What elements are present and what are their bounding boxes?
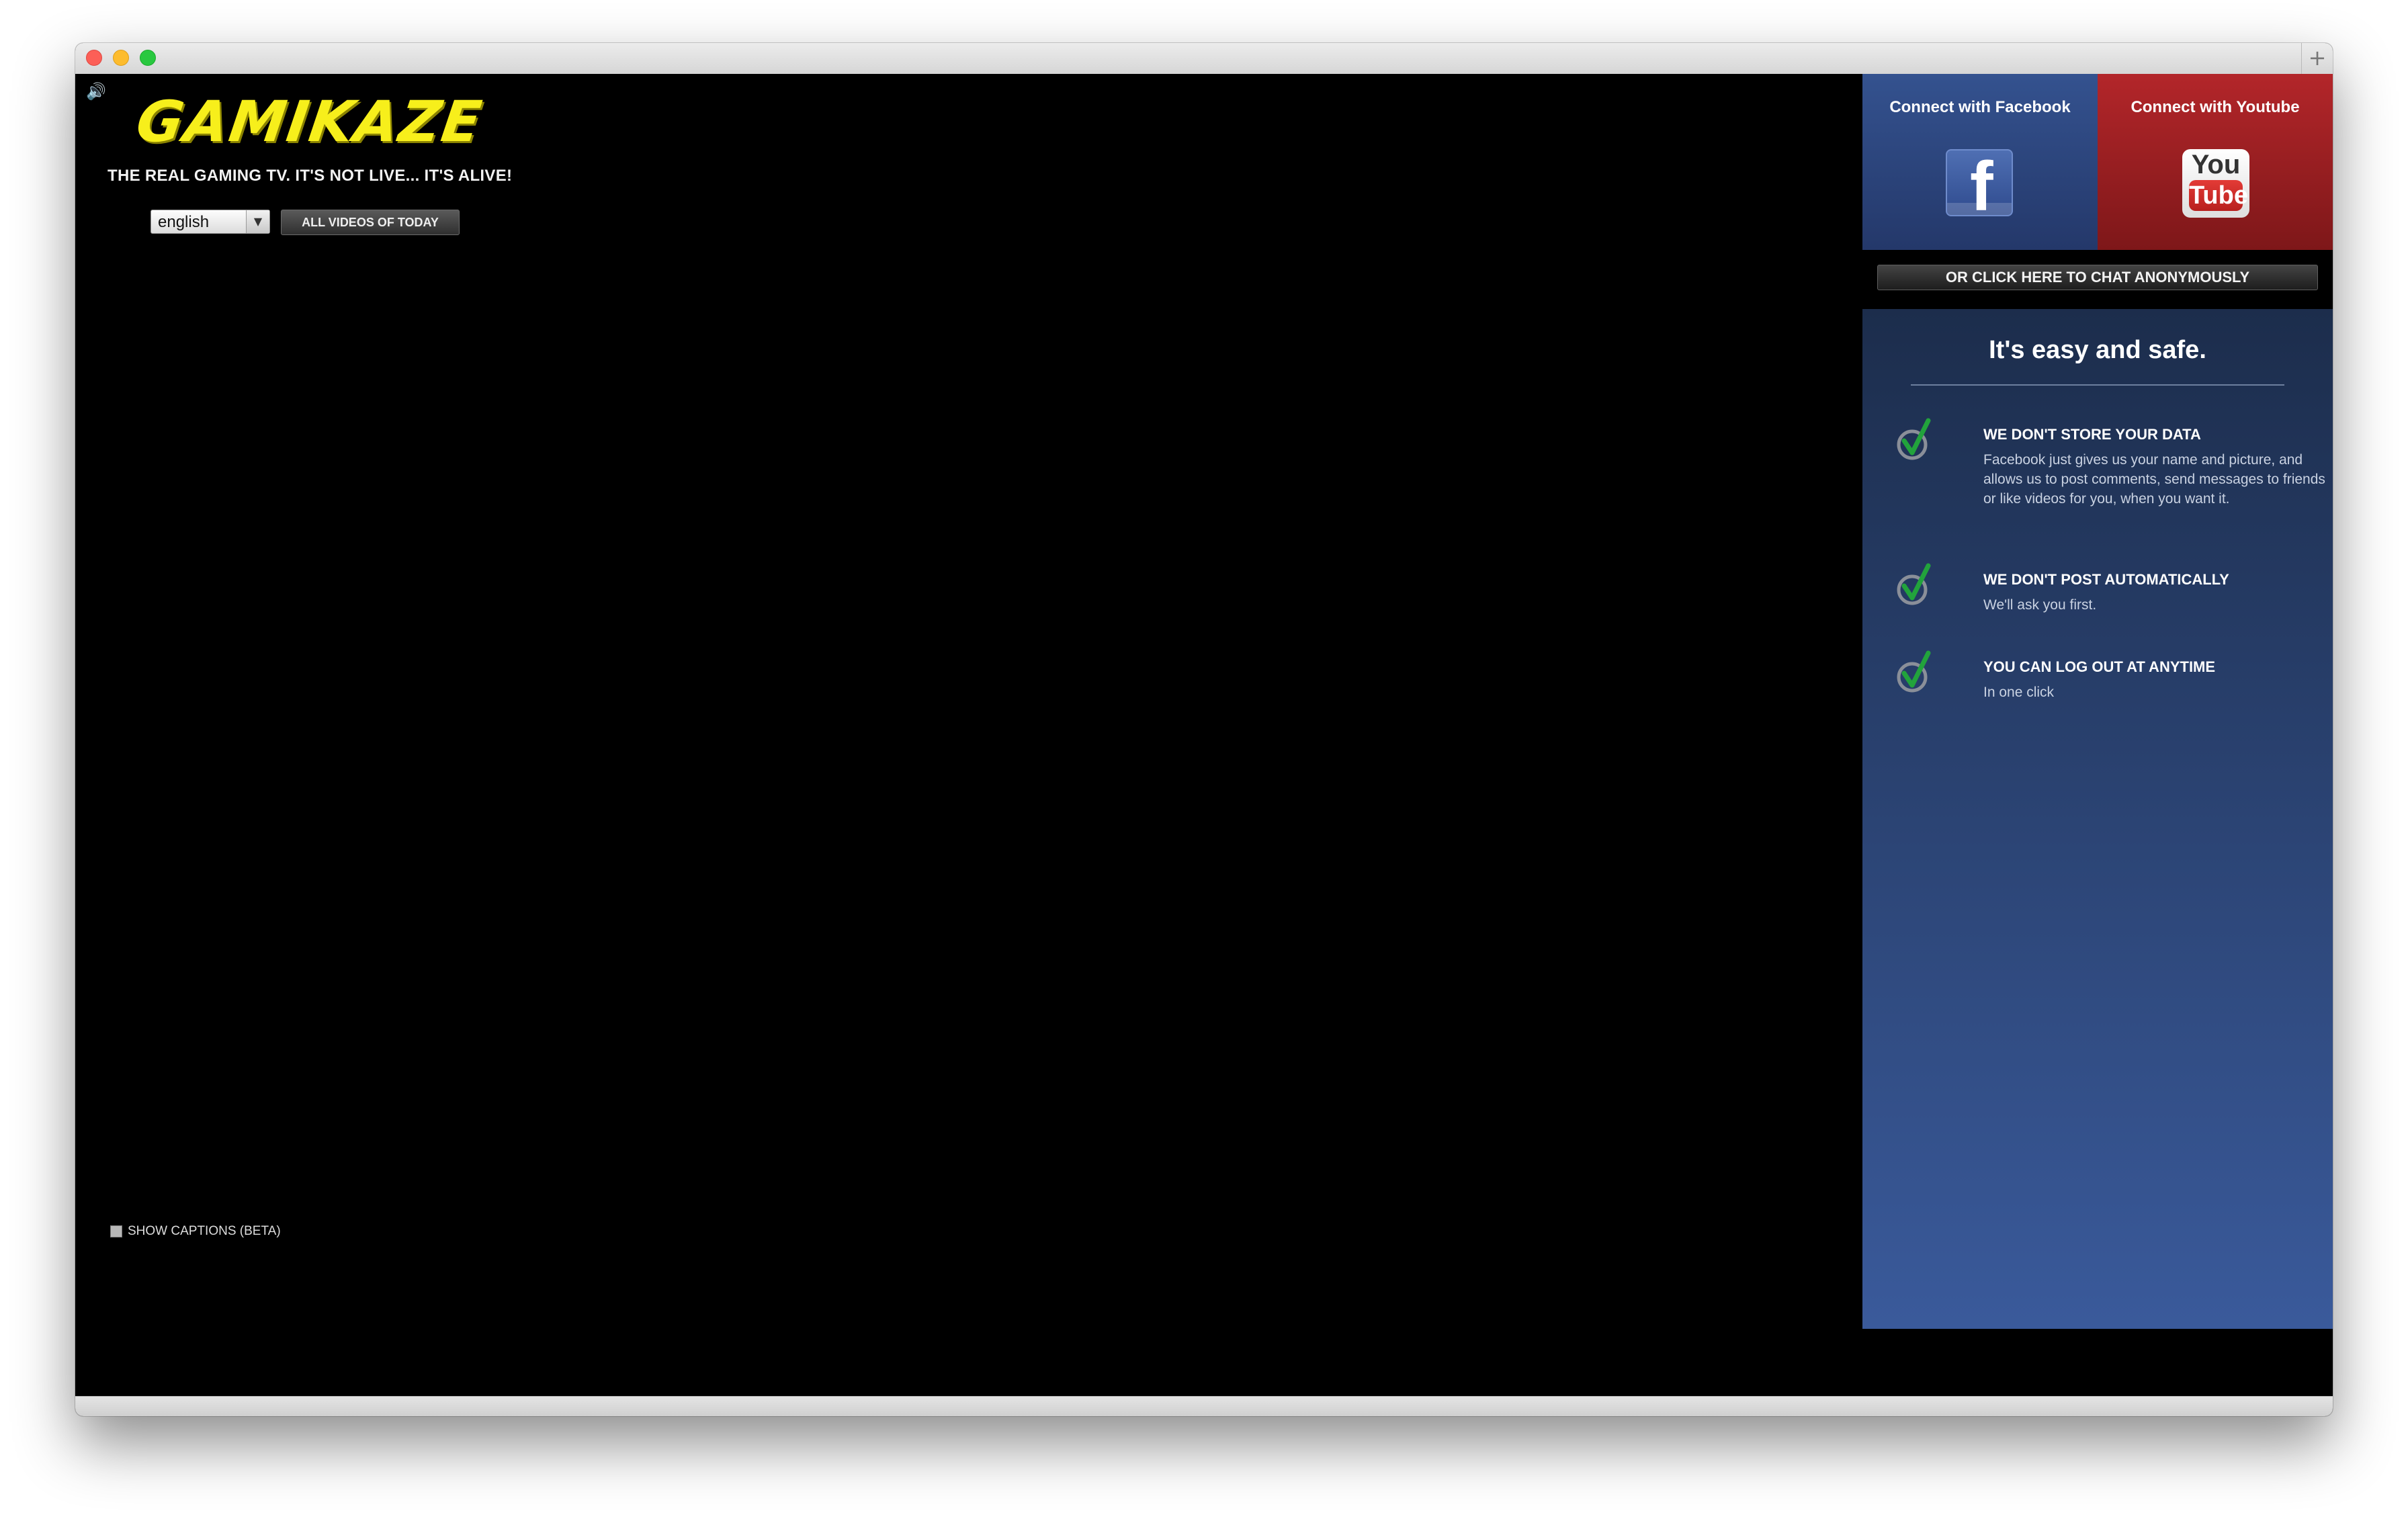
check-icon [1897,418,1931,460]
divider [1911,384,2284,386]
language-select-value: english [158,213,210,231]
status-bar [75,1396,2333,1416]
title-bar: + [75,43,2333,75]
show-captions-toggle[interactable]: SHOW CAPTIONS (BETA) [110,1224,281,1239]
feature-title: YOU CAN LOG OUT AT ANYTIME [1983,658,2216,675]
chat-anonymously-button[interactable]: OR CLICK HERE TO CHAT ANONYMOUSLY [1877,265,2318,290]
info-title: It's easy and safe. [1989,336,2206,364]
all-videos-of-today-button[interactable]: ALL VIDEOS OF TODAY [281,210,460,235]
connect-facebook-button[interactable]: Connect with Facebook f [1862,74,2098,250]
chevron-down-icon[interactable]: ▼ [246,210,269,233]
new-tab-button[interactable]: + [2301,43,2333,74]
youtube-logo-you: You [2191,150,2241,179]
zoom-window-button[interactable] [140,50,156,66]
connect-youtube-button[interactable]: Connect with Youtube You Tube [2098,74,2333,250]
close-window-button[interactable] [86,50,102,66]
feature-title: WE DON'T POST AUTOMATICALLY [1983,571,2229,588]
gamikaze-logo[interactable]: GAMIKAZE [132,89,486,155]
connect-panel: Connect with Facebook f Connect with You… [1862,74,2333,1329]
feature-description: Facebook just gives us your name and pic… [1983,452,2325,507]
language-select[interactable]: english ▼ [150,210,270,234]
browser-window: + 🔊 GAMIKAZE THE REAL GAMING TV. IT'S NO… [75,43,2333,1416]
speaker-icon[interactable]: 🔊 [86,82,106,101]
feature-description: We'll ask you first. [1983,597,2097,613]
youtube-logo-tube: Tube [2189,180,2248,211]
captions-checkbox[interactable] [110,1225,122,1237]
anonymous-chat-area: OR CLICK HERE TO CHAT ANONYMOUSLY [1862,250,2333,309]
facebook-icon: f [1946,149,2013,216]
check-icon [1897,563,1931,605]
page-content: 🔊 GAMIKAZE THE REAL GAMING TV. IT'S NOT … [75,74,2333,1396]
minimize-window-button[interactable] [113,50,129,66]
captions-label: SHOW CAPTIONS (BETA) [128,1224,281,1238]
check-icon [1897,650,1931,693]
connect-facebook-label: Connect with Facebook [1889,98,2071,116]
youtube-icon: You Tube [2182,149,2249,218]
connect-youtube-label: Connect with Youtube [2131,98,2300,116]
safety-info-panel: It's easy and safe. WE DON'T STORE YOUR … [1862,309,2333,1329]
feature-description: In one click [1983,685,2055,700]
feature-title: WE DON'T STORE YOUR DATA [1983,426,2201,443]
tagline: THE REAL GAMING TV. IT'S NOT LIVE... IT'… [108,167,513,185]
